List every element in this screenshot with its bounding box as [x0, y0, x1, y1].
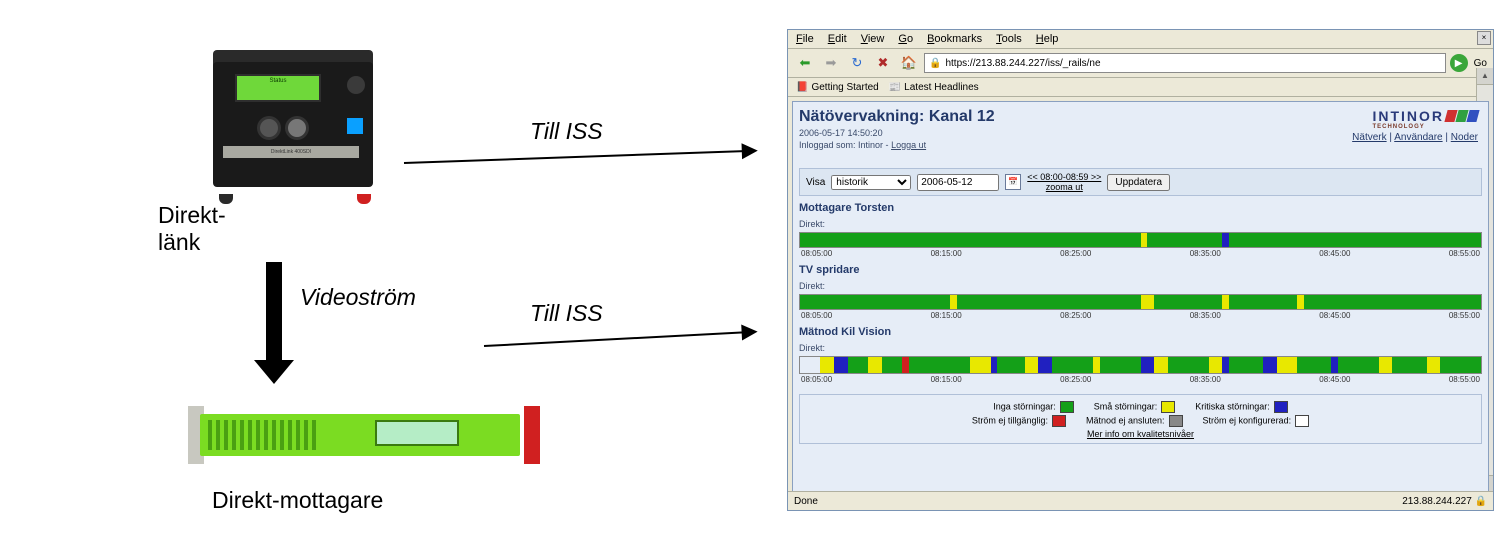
node-title: Mätnod Kil Vision: [799, 326, 1482, 338]
window-close-icon[interactable]: ×: [1477, 31, 1491, 45]
receiver-label: Direkt-mottagare: [212, 487, 383, 514]
bookmark-getting-started[interactable]: 📕Getting Started: [796, 82, 879, 93]
time-axis: 08:05:0008:15:0008:25:0008:35:0008:45:00…: [799, 249, 1482, 258]
quality-bar: [799, 294, 1482, 310]
mode-select[interactable]: historik: [831, 175, 911, 190]
browser-window: × File Edit View Go Bookmarks Tools Help…: [787, 29, 1494, 511]
node-direkt-label: Direkt:: [799, 343, 825, 353]
arrow-to-iss-top: [404, 150, 744, 164]
node-mottagare-torsten: Mottagare Torsten Direkt: 08:05:0008:15:…: [799, 202, 1482, 258]
swatch-green-icon: [1060, 401, 1074, 413]
date-input[interactable]: [917, 174, 999, 191]
menu-tools[interactable]: Tools: [996, 33, 1022, 45]
history-controls: Visa historik 📅 << 08:00-08:59 >> zooma …: [799, 168, 1482, 196]
quality-legend: Inga störningar: Små störningar: Kritisk…: [799, 394, 1482, 444]
lock-icon: 🔒: [929, 58, 941, 69]
menu-file[interactable]: File: [796, 33, 814, 45]
intinor-logo-icon: [1446, 110, 1478, 122]
app-panel: INTINORTECHNOLOGY Nätövervakning: Kanal …: [792, 101, 1489, 499]
zoom-out-link[interactable]: zooma ut: [1046, 182, 1083, 192]
direktlank-device: Status DirektLink 400SDI: [205, 50, 385, 198]
home-button[interactable]: 🏠: [898, 52, 920, 74]
menu-go[interactable]: Go: [898, 33, 913, 45]
menu-view[interactable]: View: [861, 33, 885, 45]
swatch-grey-icon: [1169, 415, 1183, 427]
swatch-yellow-icon: [1161, 401, 1175, 413]
back-button[interactable]: ⬅: [794, 52, 816, 74]
calendar-icon[interactable]: 📅: [1005, 174, 1021, 190]
go-button[interactable]: ▶: [1450, 54, 1468, 72]
quality-bar: [799, 356, 1482, 374]
stop-button[interactable]: ✖: [872, 52, 894, 74]
swatch-blue-icon: [1274, 401, 1288, 413]
lock-icon: 🔒: [1475, 496, 1487, 507]
menu-help[interactable]: Help: [1036, 33, 1059, 45]
time-axis: 08:05:0008:15:0008:25:0008:35:0008:45:00…: [799, 375, 1482, 384]
forward-button[interactable]: ➡: [820, 52, 842, 74]
node-tv-spridare: TV spridare Direkt: 08:05:0008:15:0008:2…: [799, 264, 1482, 320]
link-noder[interactable]: Noder: [1451, 132, 1478, 143]
arrow-videostream: [266, 262, 282, 362]
encoder-lcd: Status: [235, 74, 321, 102]
direkt-mottagare-device: [190, 396, 540, 474]
visa-label: Visa: [806, 177, 825, 188]
videostream-label: Videoström: [300, 284, 416, 311]
more-info-link[interactable]: Mer info om kvalitetsnivåer: [808, 429, 1473, 439]
bookmark-latest-headlines[interactable]: 📰Latest Headlines: [889, 82, 979, 93]
bookmark-icon: 📕: [796, 82, 808, 93]
scroll-up-button[interactable]: ▲: [1477, 68, 1493, 85]
intinor-logo-text: INTINORTECHNOLOGY: [1372, 108, 1444, 130]
swatch-white-icon: [1295, 415, 1309, 427]
link-anvandare[interactable]: Användare: [1394, 132, 1442, 143]
window-controls: ×: [1477, 31, 1491, 45]
app-nav-links: Nätverk | Användare | Noder: [1352, 132, 1478, 143]
go-label: Go: [1474, 58, 1487, 69]
logout-link[interactable]: Logga ut: [891, 140, 926, 150]
rss-icon: 📰: [889, 82, 901, 93]
quality-bar: [799, 232, 1482, 248]
node-title: Mottagare Torsten: [799, 202, 1482, 214]
nav-toolbar: ⬅ ➡ ↻ ✖ 🏠 🔒 https://213.88.244.227/iss/_…: [788, 49, 1493, 78]
status-bar: Done 213.88.244.227 🔒: [788, 491, 1493, 510]
till-iss-label-1: Till ISS: [530, 118, 603, 145]
encoder-label: Direkt- länk: [158, 202, 226, 256]
status-host: 213.88.244.227 🔒: [1402, 496, 1487, 507]
update-button[interactable]: Uppdatera: [1107, 174, 1170, 191]
time-range-nav[interactable]: << 08:00-08:59 >>: [1027, 172, 1101, 182]
address-bar[interactable]: 🔒 https://213.88.244.227/iss/_rails/ne: [924, 53, 1446, 73]
arrow-to-iss-bottom: [484, 331, 744, 347]
time-axis: 08:05:0008:15:0008:25:0008:35:0008:45:00…: [799, 311, 1482, 320]
url-text: https://213.88.244.227/iss/_rails/ne: [945, 58, 1100, 69]
node-direkt-label: Direkt:: [799, 219, 825, 229]
link-natverk[interactable]: Nätverk: [1352, 132, 1386, 143]
node-title: TV spridare: [799, 264, 1482, 276]
reload-button[interactable]: ↻: [846, 52, 868, 74]
node-direkt-label: Direkt:: [799, 281, 825, 291]
till-iss-label-2: Till ISS: [530, 300, 603, 327]
menu-bookmarks[interactable]: Bookmarks: [927, 33, 982, 45]
bookmarks-bar: 📕Getting Started 📰Latest Headlines: [788, 78, 1493, 97]
status-text: Done: [794, 496, 818, 507]
menu-edit[interactable]: Edit: [828, 33, 847, 45]
menu-bar: File Edit View Go Bookmarks Tools Help: [788, 30, 1493, 49]
swatch-red-icon: [1052, 415, 1066, 427]
node-matnod-kil-vision: Mätnod Kil Vision Direkt:: [799, 326, 1482, 384]
